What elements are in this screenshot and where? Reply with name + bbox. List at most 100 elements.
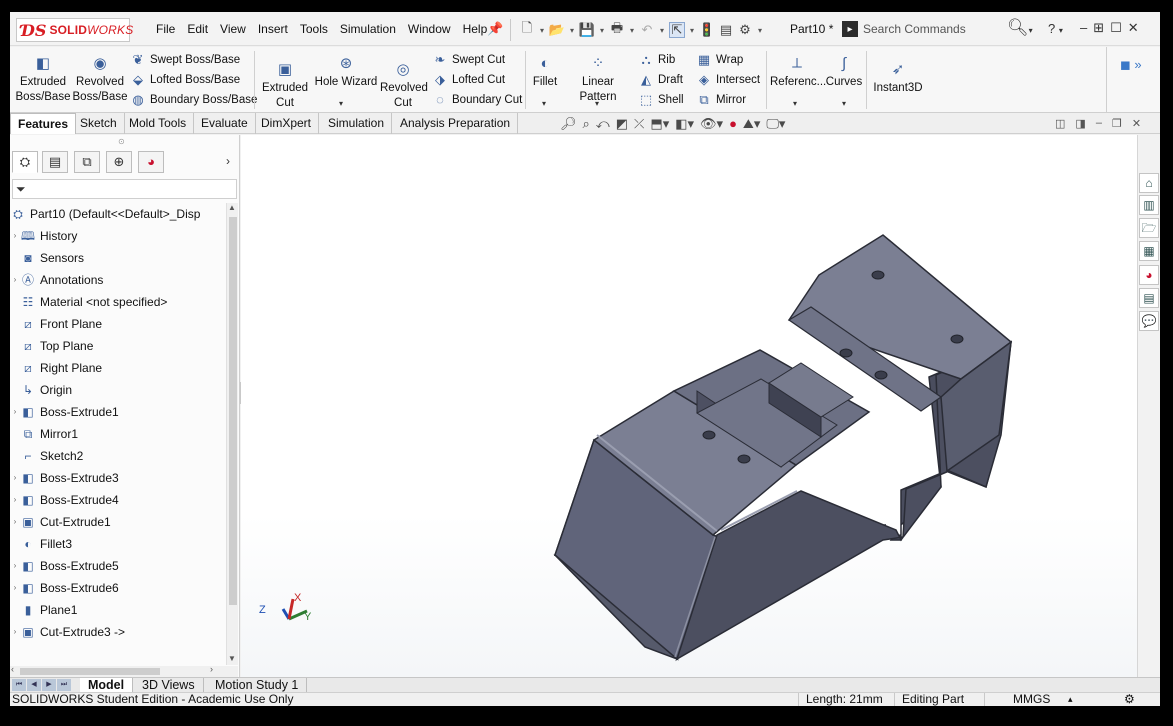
menu-window[interactable]: Window [402, 22, 457, 36]
expand-chevron-icon[interactable]: › [10, 577, 20, 599]
open-icon[interactable]: 📂 [549, 22, 565, 38]
extruded-boss-button[interactable]: ◧ Extruded Boss/Base [14, 55, 72, 105]
more-tabs-chevron-icon[interactable]: › [226, 154, 230, 168]
tree-item[interactable]: ▮ Plane1 [10, 599, 78, 621]
tree-item[interactable]: ⧄ Right Plane [10, 357, 102, 379]
menu-insert[interactable]: Insert [252, 22, 294, 36]
apply-scene-icon[interactable]: ⛰▾ [743, 116, 760, 132]
tree-item[interactable]: ⧉ Mirror1 [10, 423, 78, 445]
select-dropdown-icon[interactable]: ▾ [688, 22, 696, 38]
doc-restore-icon[interactable]: ◫ [1055, 117, 1065, 130]
previous-view-icon[interactable]: ⤺ [596, 116, 610, 132]
undo-dropdown-icon[interactable]: ▾ [658, 22, 666, 38]
open-dropdown-icon[interactable]: ▾ [568, 22, 576, 38]
doc-maximize-icon[interactable]: ❐ [1112, 117, 1122, 130]
view-palette-icon[interactable]: ▦ [1139, 241, 1159, 261]
edit-appearance-icon[interactable]: ● [729, 116, 737, 132]
tab-simulation[interactable]: Simulation [321, 113, 393, 134]
solidworks-logo[interactable]: ƊS SOLIDWORKS [16, 18, 133, 42]
expand-chevron-icon[interactable]: › [10, 401, 20, 423]
file-properties-icon[interactable]: ▤ [718, 22, 734, 38]
boundary-cut-button[interactable]: ◌ Boundary Cut [432, 92, 522, 108]
print-dropdown-icon[interactable]: ▾ [628, 22, 636, 38]
instant3d-button[interactable]: ➶ Instant3D [870, 61, 926, 96]
graphics-area[interactable]: Z X Y [241, 135, 1137, 677]
wrap-button[interactable]: ▦ Wrap [696, 52, 743, 68]
expand-chevron-icon[interactable]: › [10, 511, 20, 533]
tree-vertical-scrollbar[interactable]: ▲ ▼ [226, 203, 238, 665]
tree-item[interactable]: ⌐ Sketch2 [10, 445, 83, 467]
tab-3d-views[interactable]: 3D Views [134, 678, 204, 693]
extruded-cut-button[interactable]: ▣ Extruded Cut [258, 61, 312, 111]
shell-button[interactable]: ⬚ Shell [638, 92, 684, 108]
tree-item[interactable]: ⧄ Front Plane [10, 313, 102, 335]
pin-menu-icon[interactable]: 📌 [487, 21, 503, 37]
menu-tools[interactable]: Tools [294, 22, 334, 36]
solidworks-forum-icon[interactable]: 💬 [1139, 311, 1159, 331]
curves-button[interactable]: ∫ Curves [824, 55, 864, 90]
menu-view[interactable]: View [214, 22, 252, 36]
scroll-right-icon[interactable]: › [210, 664, 213, 674]
menu-edit[interactable]: Edit [181, 22, 214, 36]
tree-horizontal-scrollbar[interactable]: ‹ › [10, 664, 238, 677]
lofted-cut-button[interactable]: ⬗ Lofted Cut [432, 72, 505, 88]
expand-chevron-icon[interactable]: › [10, 555, 20, 577]
custom-properties-icon[interactable]: ▤ [1139, 288, 1159, 308]
tree-item[interactable]: › ◧ Boss-Extrude5 [10, 555, 119, 577]
help-button[interactable]: ? ▾ [1048, 21, 1063, 36]
curves-dropdown-icon[interactable]: ▾ [842, 99, 846, 108]
tree-item[interactable]: ⧄ Top Plane [10, 335, 93, 357]
tree-item[interactable]: › Ⓐ Annotations [10, 269, 104, 291]
rib-button[interactable]: ⛬ Rib [638, 52, 675, 68]
swept-cut-button[interactable]: ❧ Swept Cut [432, 52, 506, 68]
zoom-to-area-icon[interactable]: ⌕ [583, 116, 590, 132]
fillet-button[interactable]: ◐ Fillet [530, 55, 560, 90]
new-dropdown-icon[interactable]: ▾ [538, 22, 546, 38]
scroll-down-icon[interactable]: ▼ [228, 654, 236, 663]
display-style-icon[interactable]: ◧▾ [675, 116, 694, 132]
view-orientation-icon[interactable]: ⬒▾ [650, 116, 669, 132]
view-settings-icon[interactable]: 🖵▾ [766, 116, 785, 132]
featuremanager-tree-tab-icon[interactable]: ⛭ [12, 151, 38, 173]
tab-motion-study-1[interactable]: Motion Study 1 [207, 678, 308, 693]
intersect-button[interactable]: ◈ Intersect [696, 72, 760, 88]
units-menu-icon[interactable]: ▴ [1068, 693, 1073, 706]
scroll-left-icon[interactable]: ‹ [11, 664, 14, 674]
zoom-to-fit-icon[interactable]: 🔎︎ [560, 116, 577, 132]
swept-boss-button[interactable]: ❦ Swept Boss/Base [130, 52, 241, 68]
hide-show-items-icon[interactable]: 👁▾ [700, 116, 723, 132]
expand-chevron-icon[interactable]: › [10, 467, 20, 489]
doc-tile-icon[interactable]: ◨ [1075, 117, 1085, 130]
tree-item[interactable]: › ▣ Cut-Extrude1 [10, 511, 111, 533]
appearances-scenes-icon[interactable]: ◕ [1139, 265, 1159, 285]
propertymanager-tab-icon[interactable]: ▤ [42, 151, 68, 173]
tree-item[interactable]: ☷ Material <not specified> [10, 291, 168, 313]
configurationmanager-tab-icon[interactable]: ⧉ [74, 151, 100, 173]
hole-wizard-dropdown-icon[interactable]: ▾ [339, 99, 343, 108]
lofted-boss-button[interactable]: ⬙ Lofted Boss/Base [130, 72, 240, 88]
tree-item[interactable]: › ◧ Boss-Extrude1 [10, 401, 119, 423]
tab-mold-tools[interactable]: Mold Tools [122, 113, 195, 134]
minimize-icon[interactable]: – [1080, 20, 1087, 36]
tree-item[interactable]: ◙ Sensors [10, 247, 84, 269]
status-units[interactable]: MMGS [1013, 693, 1050, 706]
expand-chevron-icon[interactable]: › [10, 621, 20, 643]
scroll-thumb[interactable] [229, 217, 237, 605]
last-tab-icon[interactable]: ⏭ [57, 679, 71, 691]
save-dropdown-icon[interactable]: ▾ [598, 22, 606, 38]
undo-icon[interactable]: ↶ [639, 22, 655, 38]
tab-sketch[interactable]: Sketch [73, 113, 125, 134]
tab-dimxpert[interactable]: DimXpert [254, 113, 320, 134]
tab-model[interactable]: Model [80, 678, 134, 693]
design-library-icon[interactable]: ▥ [1139, 195, 1159, 215]
tab-analysis-preparation[interactable]: Analysis Preparation [393, 113, 519, 134]
boundary-boss-button[interactable]: ◍ Boundary Boss/Base [130, 92, 257, 108]
expand-chevron-icon[interactable]: › [10, 489, 20, 511]
menu-file[interactable]: File [150, 22, 181, 36]
hscroll-thumb[interactable] [20, 668, 160, 675]
tree-item[interactable]: › ▣ Cut-Extrude3 -> [10, 621, 125, 643]
solidworks-resources-home-icon[interactable]: ⌂ [1139, 173, 1159, 193]
new-document-icon[interactable]: 🗋 [519, 20, 535, 38]
tree-root-part[interactable]: ⛭ Part10 (Default<<Default>_Disp [10, 203, 200, 225]
part-model-view[interactable]: Z X Y [241, 135, 1137, 677]
